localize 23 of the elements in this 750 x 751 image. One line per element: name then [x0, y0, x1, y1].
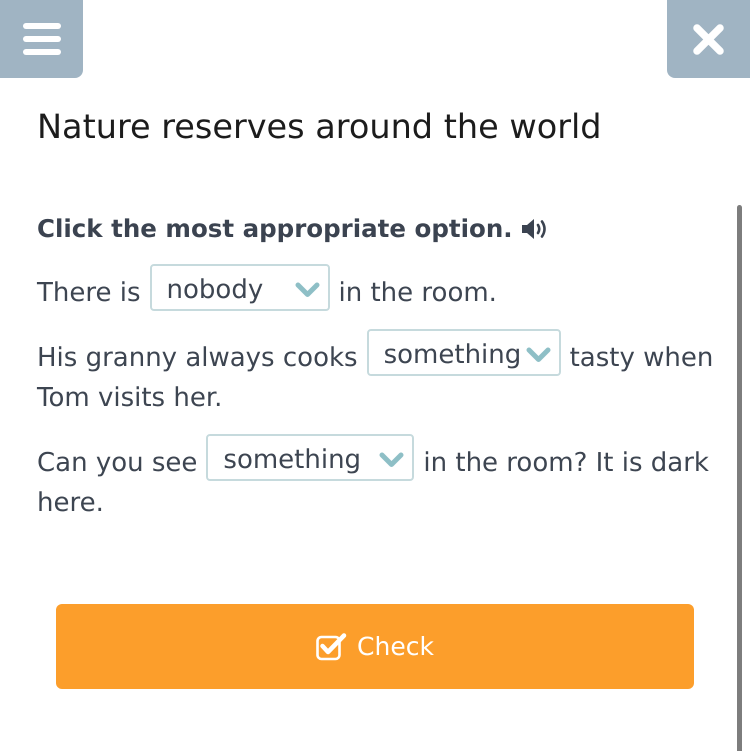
- chevron-down-icon: [294, 282, 320, 298]
- sentence-text: here.: [37, 487, 104, 520]
- answer-dropdown[interactable]: nobody: [150, 264, 330, 311]
- checkbox-tick-icon: [316, 632, 348, 661]
- sentence-text: His granny always cooks: [37, 342, 358, 375]
- scrollbar[interactable]: [737, 205, 742, 751]
- sentence-text: in the room? It is dark: [423, 447, 709, 480]
- sentence-text: tasty when: [570, 342, 714, 375]
- answer-dropdown[interactable]: something: [206, 434, 414, 481]
- menu-button[interactable]: [0, 0, 83, 78]
- sentence-text: in the room.: [338, 277, 497, 310]
- answer-dropdown[interactable]: something: [366, 329, 561, 376]
- page-title: Nature reserves around the world: [37, 107, 603, 147]
- sentence-text: There is: [37, 277, 141, 310]
- close-icon: [693, 24, 724, 54]
- chevron-down-icon: [379, 452, 404, 468]
- sentence-text: Can you see: [37, 447, 198, 480]
- sentence-text: Tom visits her.: [37, 382, 222, 415]
- instruction-text: Click the most appropriate option.: [37, 214, 513, 244]
- chevron-down-icon: [526, 347, 551, 363]
- menu-icon: [22, 23, 60, 55]
- close-button[interactable]: [667, 0, 750, 78]
- speaker-icon[interactable]: [520, 217, 549, 241]
